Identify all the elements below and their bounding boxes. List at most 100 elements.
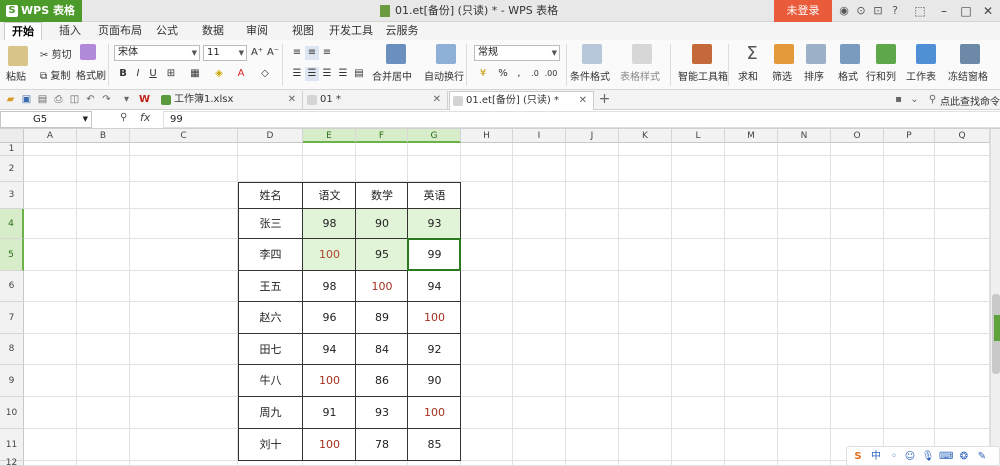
- cell-e5[interactable]: 100: [303, 239, 356, 271]
- cut-button[interactable]: ✂ 剪切: [40, 46, 72, 61]
- cell-e4[interactable]: 98: [303, 209, 356, 239]
- cell-g6[interactable]: 94: [408, 271, 461, 302]
- cell-e7[interactable]: 96: [303, 302, 356, 334]
- justify-icon[interactable]: ☰: [336, 67, 350, 81]
- increase-decimal-icon[interactable]: .0: [528, 67, 542, 81]
- clear-format-icon[interactable]: ◇: [258, 67, 272, 81]
- italic-button[interactable]: I: [131, 67, 145, 81]
- row-col-button[interactable]: 行和列: [866, 68, 896, 83]
- keyboard-icon[interactable]: ⌨: [939, 450, 953, 464]
- number-format-select[interactable]: 常规 ▼: [474, 45, 560, 61]
- filter-icon[interactable]: [774, 44, 794, 64]
- cell-g8[interactable]: 92: [408, 334, 461, 365]
- doc-tab[interactable]: 工作簿1.xlsx ✕: [158, 91, 303, 110]
- row-header-1[interactable]: 1: [0, 143, 24, 156]
- conditional-format-icon[interactable]: [582, 44, 602, 64]
- column-header-l[interactable]: L: [672, 129, 725, 143]
- zoom-icon[interactable]: ⚲: [120, 112, 127, 123]
- align-center-icon[interactable]: ☰: [305, 67, 319, 81]
- tab-developer[interactable]: 开发工具: [328, 22, 374, 40]
- align-left-icon[interactable]: ☰: [290, 67, 304, 81]
- cell-g11[interactable]: 85: [408, 429, 461, 461]
- tab-insert[interactable]: 插入: [52, 22, 88, 40]
- row-header-8[interactable]: 8: [0, 334, 24, 365]
- row-header-9[interactable]: 9: [0, 365, 24, 397]
- cell-g9[interactable]: 90: [408, 365, 461, 397]
- merge-center-button[interactable]: 合并居中: [372, 68, 412, 83]
- row-header-5[interactable]: 5: [0, 239, 24, 271]
- doc-tab-active[interactable]: 01.et[备份] (只读) * ✕: [449, 91, 594, 110]
- copy-button[interactable]: ⧉ 复制: [40, 67, 70, 82]
- cell-d9[interactable]: 牛八: [238, 365, 303, 397]
- paste-icon[interactable]: [8, 46, 28, 66]
- cell-d5[interactable]: 李四: [238, 239, 303, 271]
- worksheet-button[interactable]: 工作表: [906, 68, 936, 83]
- export-icon[interactable]: ▤: [36, 93, 49, 106]
- format-painter-icon[interactable]: [80, 44, 96, 60]
- cell-style-icon[interactable]: ▦: [188, 67, 202, 81]
- open-icon[interactable]: ▰: [4, 93, 17, 106]
- font-name-select[interactable]: 宋体 ▼: [114, 45, 200, 61]
- cell-g4[interactable]: 93: [408, 209, 461, 239]
- feedback-icon[interactable]: ▪: [892, 93, 905, 106]
- border-icon[interactable]: ⊞: [164, 67, 178, 81]
- tab-formula[interactable]: 公式: [150, 22, 184, 40]
- insert-function-button[interactable]: fx: [140, 111, 150, 124]
- column-header-k[interactable]: K: [619, 129, 672, 143]
- tab-cloud[interactable]: 云服务: [382, 22, 422, 40]
- sogou-logo-icon[interactable]: S: [851, 450, 865, 464]
- cell-e6[interactable]: 98: [303, 271, 356, 302]
- table-style-icon[interactable]: [632, 44, 652, 64]
- sort-icon[interactable]: [806, 44, 826, 64]
- settings-icon[interactable]: ⊙: [853, 3, 869, 19]
- cell-e3[interactable]: 语文: [303, 182, 356, 209]
- cell-d11[interactable]: 刘十: [238, 429, 303, 461]
- merge-center-icon[interactable]: [386, 44, 406, 64]
- name-box[interactable]: G5 ▼: [0, 111, 92, 128]
- freeze-panes-icon[interactable]: [960, 44, 980, 64]
- cell-d4[interactable]: 张三: [238, 209, 303, 239]
- cell-g3[interactable]: 英语: [408, 182, 461, 209]
- align-middle-icon[interactable]: ≡: [305, 46, 319, 60]
- column-header-m[interactable]: M: [725, 129, 778, 143]
- thousands-button[interactable]: ,: [512, 67, 526, 81]
- undo-icon[interactable]: ↶: [84, 93, 97, 106]
- fill-color-icon[interactable]: ◈: [212, 67, 226, 81]
- cell-f10[interactable]: 93: [356, 397, 408, 429]
- side-panel-toggle[interactable]: [994, 315, 1000, 341]
- emoji-icon[interactable]: ☺: [903, 450, 917, 464]
- cell-f9[interactable]: 86: [356, 365, 408, 397]
- cell-d3[interactable]: 姓名: [238, 182, 303, 209]
- print-icon[interactable]: ⎙: [52, 93, 65, 106]
- chevron-down-icon[interactable]: ▾: [120, 93, 133, 106]
- close-icon[interactable]: ✕: [433, 91, 441, 109]
- sum-button[interactable]: 求和: [738, 68, 758, 83]
- align-top-icon[interactable]: ≡: [290, 46, 304, 60]
- chevron-down-icon[interactable]: ⌄: [908, 93, 921, 106]
- underline-button[interactable]: U: [146, 67, 160, 81]
- cell-e9[interactable]: 100: [303, 365, 356, 397]
- cell-g7[interactable]: 100: [408, 302, 461, 334]
- row-header-11[interactable]: 11: [0, 429, 24, 461]
- column-header-a[interactable]: A: [24, 129, 77, 143]
- cell-e8[interactable]: 94: [303, 334, 356, 365]
- ime-mode-indicator[interactable]: 中: [869, 450, 883, 464]
- row-header-6[interactable]: 6: [0, 271, 24, 302]
- worksheet-icon[interactable]: [916, 44, 936, 64]
- close-icon[interactable]: ✕: [579, 92, 587, 110]
- row-header-12[interactable]: 12: [0, 459, 24, 466]
- smart-toolbox-button[interactable]: 智能工具箱: [678, 68, 728, 83]
- conditional-format-button[interactable]: 条件格式: [570, 68, 610, 83]
- align-bottom-icon[interactable]: ≡: [320, 46, 334, 60]
- cell-d10[interactable]: 周九: [238, 397, 303, 429]
- bold-button[interactable]: B: [116, 67, 130, 81]
- help-icon[interactable]: ?: [887, 3, 903, 19]
- tab-home[interactable]: 开始: [4, 22, 42, 40]
- column-header-c[interactable]: C: [130, 129, 238, 143]
- cell-f5[interactable]: 95: [356, 239, 408, 271]
- cell-f3[interactable]: 数学: [356, 182, 408, 209]
- decrease-decimal-icon[interactable]: .00: [544, 67, 558, 81]
- vertical-scrollbar[interactable]: [990, 129, 1000, 466]
- skin-icon[interactable]: ◉: [836, 3, 852, 19]
- cell-d6[interactable]: 王五: [238, 271, 303, 302]
